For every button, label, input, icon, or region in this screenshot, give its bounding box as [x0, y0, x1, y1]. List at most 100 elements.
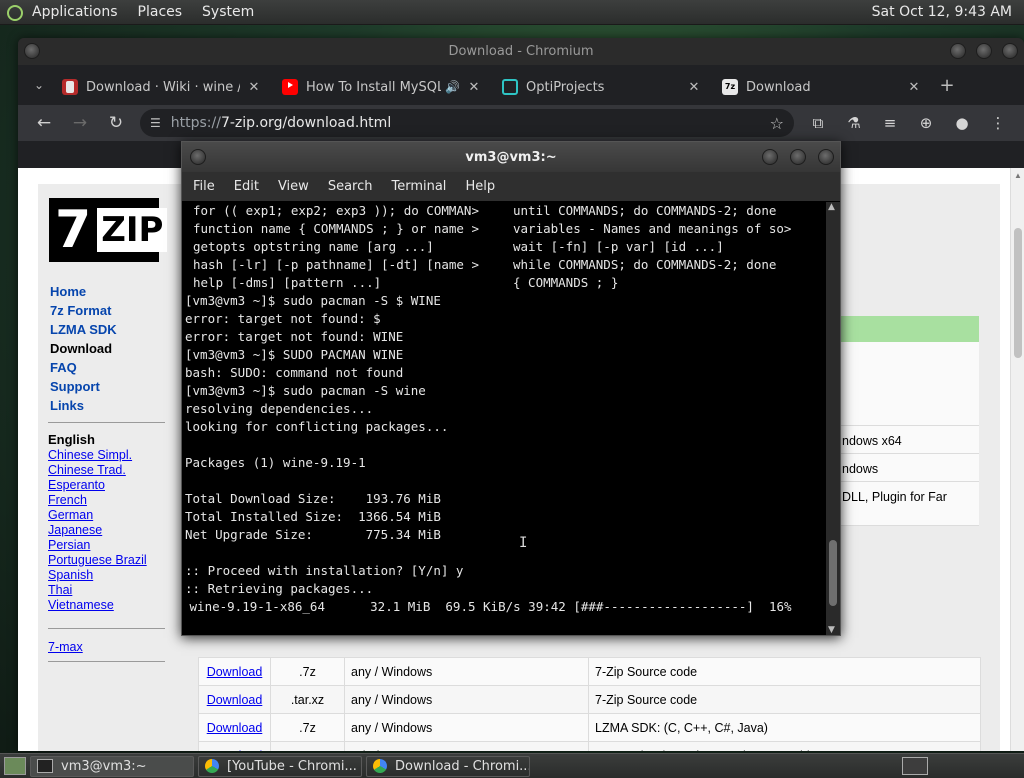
maximize-button[interactable]	[976, 43, 992, 59]
download-progress-line: wine-9.19-1-x86_64 32.1 MiB 69.5 KiB/s 3…	[182, 599, 792, 614]
scroll-up-icon[interactable]: ▲	[1014, 171, 1022, 180]
address-bar[interactable]: ☰ https://7-zip.org/download.html ☆	[140, 109, 794, 137]
tab-title: Download · Wiki · wine / w	[86, 79, 240, 95]
tab-close-icon[interactable]: ✕	[906, 80, 922, 95]
taskbar-item-download-chromium[interactable]: Download - Chromi...	[366, 755, 530, 777]
reload-icon[interactable]: ↻	[98, 113, 134, 133]
terminal-line: Total Download Size: 193.76 MiB	[185, 491, 441, 506]
nav-lzma-sdk[interactable]: LZMA SDK	[50, 322, 117, 341]
taskbar-item-terminal[interactable]: vm3@vm3:~	[30, 755, 194, 777]
table-row: Download .7z any / Windows 7-Zip Source …	[198, 657, 981, 686]
nav-faq[interactable]: FAQ	[50, 360, 117, 379]
menu-file[interactable]: File	[193, 179, 215, 194]
menu-search[interactable]: Search	[328, 179, 373, 194]
lang-link[interactable]: Portuguese Brazil	[48, 553, 147, 568]
taskbar-item-label: [YouTube - Chromi...	[227, 758, 357, 774]
speaker-icon[interactable]: 🔊	[445, 80, 460, 94]
7zip-logo[interactable]: 7 ZIP	[49, 198, 168, 262]
tab-search-chevron-icon[interactable]: ⌄	[26, 78, 52, 92]
lang-link[interactable]: Persian	[48, 538, 147, 553]
minimize-button[interactable]	[950, 43, 966, 59]
nav-download[interactable]: Download	[50, 341, 117, 360]
tab-close-icon[interactable]: ✕	[246, 80, 262, 95]
terminal-output[interactable]: for (( exp1; exp2; exp3 )); do COMMAN> un…	[182, 202, 826, 635]
workspace-switcher[interactable]	[902, 757, 928, 775]
table-header-band	[840, 316, 979, 342]
text-cursor-icon: I	[519, 535, 528, 551]
tab-youtube[interactable]: How To Install MySQL 🔊 ✕	[272, 71, 492, 103]
lang-link[interactable]: Spanish	[48, 568, 147, 583]
profile-avatar-icon[interactable]: ●	[944, 114, 980, 132]
terminal-scrollbar[interactable]: ▲ ▼	[826, 202, 840, 635]
download-link[interactable]: Download	[198, 685, 271, 714]
window-menu-button[interactable]	[24, 43, 40, 59]
close-button[interactable]	[1002, 43, 1018, 59]
scrollbar-thumb[interactable]	[1014, 228, 1022, 358]
terminal-line: Net Upgrade Size: 775.34 MiB	[185, 527, 441, 542]
description: LZMA SDK: (C, C++, C#, Java)	[588, 713, 981, 742]
distro-logo-icon[interactable]	[6, 4, 23, 21]
lang-link[interactable]: Vietnamese	[48, 598, 147, 613]
bookmark-star-icon[interactable]: ☆	[770, 114, 784, 133]
clock[interactable]: Sat Oct 12, 9:43 AM	[872, 4, 1012, 20]
tab-optiprojects[interactable]: OptiProjects ✕	[492, 71, 712, 103]
page-scrollbar[interactable]: ▲	[1010, 168, 1024, 751]
site-info-icon[interactable]: ☰	[150, 116, 161, 130]
lang-link[interactable]: Chinese Trad.	[48, 463, 147, 478]
lang-link[interactable]: Thai	[48, 583, 147, 598]
lang-link[interactable]: Chinese Simpl.	[48, 448, 147, 463]
maximize-button[interactable]	[790, 149, 806, 165]
download-link[interactable]: Download	[198, 657, 271, 686]
download-icon[interactable]: ⊕	[908, 114, 944, 132]
scrollbar-thumb[interactable]	[829, 540, 837, 606]
terminal-line: [vm3@vm3 ~]$ sudo pacman -S $ WINE	[185, 293, 441, 308]
divider	[48, 628, 165, 629]
lang-link[interactable]: Esperanto	[48, 478, 147, 493]
menu-help[interactable]: Help	[465, 179, 495, 194]
lang-link[interactable]: Japanese	[48, 523, 147, 538]
lab-flask-icon[interactable]: ⚗	[836, 114, 872, 132]
menu-view[interactable]: View	[278, 179, 309, 194]
taskbar-item-youtube-chromium[interactable]: [YouTube - Chromi...	[198, 755, 362, 777]
nav-home[interactable]: Home	[50, 284, 117, 303]
tab-close-icon[interactable]: ✕	[466, 80, 482, 95]
nav-support[interactable]: Support	[50, 379, 117, 398]
nav-7z-format[interactable]: 7z Format	[50, 303, 117, 322]
scroll-up-icon[interactable]: ▲	[828, 202, 835, 212]
tab-close-icon[interactable]: ✕	[686, 80, 702, 95]
menu-system[interactable]: System	[202, 4, 254, 20]
close-button[interactable]	[818, 149, 834, 165]
media-controls-icon[interactable]: ≡	[872, 114, 908, 132]
table-cell: ndows x64	[842, 434, 902, 448]
menu-edit[interactable]: Edit	[234, 179, 259, 194]
divider	[48, 661, 165, 662]
nav-links[interactable]: Links	[50, 398, 117, 417]
download-link[interactable]: Download	[198, 741, 271, 751]
table-row: Download .tar.xz any / Windows 7-Zip Sou…	[198, 685, 981, 714]
extensions-puzzle-icon[interactable]: ⧉	[800, 114, 836, 132]
browser-titlebar[interactable]: Download - Chromium	[18, 38, 1024, 65]
minimize-button[interactable]	[762, 149, 778, 165]
tab-download[interactable]: 7z Download ✕	[712, 71, 932, 103]
url-text[interactable]: https://7-zip.org/download.html	[171, 115, 770, 131]
table-cell: DLL, Plugin for Far	[842, 490, 947, 504]
download-link[interactable]: Download	[198, 713, 271, 742]
scroll-down-icon[interactable]: ▼	[828, 625, 835, 635]
menu-applications[interactable]: Applications	[32, 4, 118, 20]
forward-arrow-icon[interactable]: →	[62, 113, 98, 133]
new-tab-plus-icon[interactable]: +	[932, 75, 962, 96]
terminal-titlebar[interactable]: vm3@vm3:~	[182, 142, 840, 172]
menu-places[interactable]: Places	[138, 4, 183, 20]
menu-terminal[interactable]: Terminal	[391, 179, 446, 194]
show-desktop-icon[interactable]	[4, 757, 26, 775]
7zip-icon: 7z	[722, 79, 738, 95]
back-arrow-icon[interactable]: ←	[26, 113, 62, 133]
lang-link[interactable]: French	[48, 493, 147, 508]
tab-strip: ⌄ Download · Wiki · wine / w ✕ How To In…	[18, 65, 1024, 105]
tab-wine-wiki[interactable]: Download · Wiki · wine / w ✕	[52, 71, 272, 103]
help-row: for (( exp1; exp2; exp3 )); do COMMAN> un…	[193, 203, 777, 218]
kebab-menu-icon[interactable]: ⋮	[980, 114, 1016, 132]
lang-link[interactable]: German	[48, 508, 147, 523]
7-max-link[interactable]: 7-max	[48, 640, 83, 654]
window-menu-button[interactable]	[190, 149, 206, 165]
